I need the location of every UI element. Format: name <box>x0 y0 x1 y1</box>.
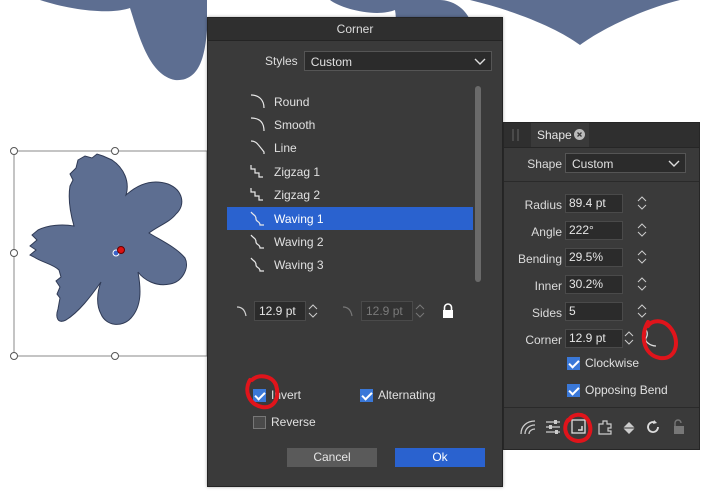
list-item[interactable]: Waving 3 <box>227 254 473 277</box>
list-scrollbar[interactable] <box>475 86 481 282</box>
zigzag-corner-icon <box>250 164 263 178</box>
curve-tool-icon[interactable] <box>519 418 537 436</box>
clockwise-label: Clockwise <box>585 356 640 370</box>
list-item-label: Round <box>274 94 310 109</box>
inner-field[interactable]: 30.2% <box>565 275 623 294</box>
clockwise-checkbox[interactable]: Clockwise <box>567 356 639 370</box>
bending-label: Bending <box>517 252 562 266</box>
list-item-label: Line <box>274 141 297 156</box>
inner-stepper[interactable] <box>636 275 648 294</box>
corner-dialog: Corner Styles Custom Round Smooth Line Zigz… <box>207 17 503 487</box>
corner-size-stepper[interactable] <box>306 301 320 321</box>
line-corner-icon <box>250 140 265 155</box>
invert-checkbox-box[interactable] <box>253 388 266 402</box>
corner-size-secondary-icon <box>342 306 353 317</box>
smooth-corner-icon <box>250 117 265 131</box>
sides-stepper[interactable] <box>636 302 648 321</box>
list-item[interactable]: Line <box>227 137 473 160</box>
corner-field[interactable]: 12.9 pt <box>565 329 623 348</box>
alternating-checkbox-box[interactable] <box>360 388 373 402</box>
corner-type-list: Round Smooth Line Zigzag 1 Zigzag 2 Waving 1 W… <box>227 90 483 280</box>
corner-type-button[interactable] <box>640 326 664 352</box>
list-item[interactable]: Round <box>227 90 473 113</box>
angle-field[interactable]: 222° <box>565 221 623 240</box>
panel-divider <box>504 181 699 182</box>
opposing-bend-label: Opposing Bend <box>585 383 668 397</box>
list-item[interactable]: Smooth <box>227 113 473 136</box>
unlock-icon[interactable] <box>670 418 688 436</box>
waving-corner-icon <box>250 234 264 249</box>
corner-size-secondary-stepper[interactable] <box>413 301 427 321</box>
angle-label: Angle <box>531 225 562 239</box>
list-item-label: Waving 1 <box>274 211 324 226</box>
selected-flower-shape[interactable] <box>29 153 187 325</box>
radius-label: Radius <box>524 198 562 212</box>
ok-button[interactable]: Ok <box>395 448 485 467</box>
reverse-checkbox-box[interactable] <box>253 415 266 429</box>
sides-field[interactable]: 5 <box>565 302 623 321</box>
invert-checkbox[interactable]: Invert <box>253 388 301 402</box>
corner-size-icon <box>236 306 247 317</box>
corner-label: Corner <box>525 333 562 347</box>
invert-label: Invert <box>271 388 302 402</box>
opposing-bend-checkbox[interactable]: Opposing Bend <box>567 383 668 397</box>
shape-type-dropdown[interactable]: Custom <box>565 153 686 173</box>
sliders-icon[interactable] <box>544 418 562 436</box>
angle-stepper[interactable] <box>636 221 648 240</box>
styles-value: Custom <box>310 55 353 69</box>
dialog-title: Corner <box>208 18 502 41</box>
panel-divider <box>504 407 699 408</box>
panel-grip-icon[interactable] <box>510 129 522 141</box>
list-item[interactable]: Zigzag 2 <box>227 184 473 207</box>
radius-field[interactable]: 89.4 pt <box>565 194 623 213</box>
list-item[interactable]: Zigzag 1 <box>227 160 473 183</box>
opposing-bend-checkbox-box[interactable] <box>567 383 580 397</box>
cancel-button[interactable]: Cancel <box>287 448 377 467</box>
tab-shape-label: Shape <box>537 128 572 142</box>
lock-icon[interactable] <box>441 302 455 320</box>
styles-dropdown[interactable]: Custom <box>303 51 492 71</box>
corner-size-secondary-field[interactable]: 12.9 pt <box>361 301 413 321</box>
shape-type-label: Shape <box>527 157 562 171</box>
chevron-down-icon <box>474 58 486 65</box>
reverse-checkbox[interactable]: Reverse <box>253 415 316 429</box>
list-item[interactable]: Waving 2 <box>227 230 473 253</box>
tab-shape[interactable]: Shape <box>531 123 589 147</box>
list-item-label: Zigzag 1 <box>274 164 321 179</box>
corner-settings-icon[interactable] <box>570 418 588 436</box>
list-item-label: Zigzag 2 <box>274 188 321 203</box>
list-item-label: Waving 3 <box>274 258 324 273</box>
list-item-label: Smooth <box>274 117 316 132</box>
chevron-down-icon <box>668 160 680 167</box>
radius-stepper[interactable] <box>636 194 648 213</box>
styles-label: Styles <box>265 54 298 68</box>
waving-corner-icon <box>250 211 264 226</box>
panel-tab-bar: Shape <box>504 123 699 148</box>
alternating-checkbox[interactable]: Alternating <box>360 388 435 402</box>
fill-icon[interactable] <box>620 418 638 436</box>
list-item[interactable]: Waving 1 <box>227 207 473 230</box>
refresh-icon[interactable] <box>644 418 662 436</box>
close-icon[interactable] <box>574 129 585 140</box>
clockwise-checkbox-box[interactable] <box>567 356 580 370</box>
shape-type-value: Custom <box>572 157 614 171</box>
reverse-label: Reverse <box>271 415 316 429</box>
sides-label: Sides <box>531 306 562 320</box>
bending-field[interactable]: 29.5% <box>565 248 623 267</box>
styles-row: Styles Custom <box>265 51 492 71</box>
corner-size-field[interactable]: 12.9 pt <box>254 301 306 321</box>
bending-stepper[interactable] <box>636 248 648 267</box>
shape-panel: Shape Shape Custom Radius 89.4 pt Angle … <box>503 122 700 450</box>
alternating-label: Alternating <box>378 388 436 402</box>
list-item-label: Waving 2 <box>274 234 324 249</box>
round-corner-icon <box>250 93 265 108</box>
waving-corner-icon <box>250 257 264 272</box>
inner-label: Inner <box>534 279 562 293</box>
puzzle-icon[interactable] <box>596 418 614 436</box>
zigzag-corner-icon <box>250 188 263 201</box>
corner-stepper[interactable] <box>623 329 635 348</box>
